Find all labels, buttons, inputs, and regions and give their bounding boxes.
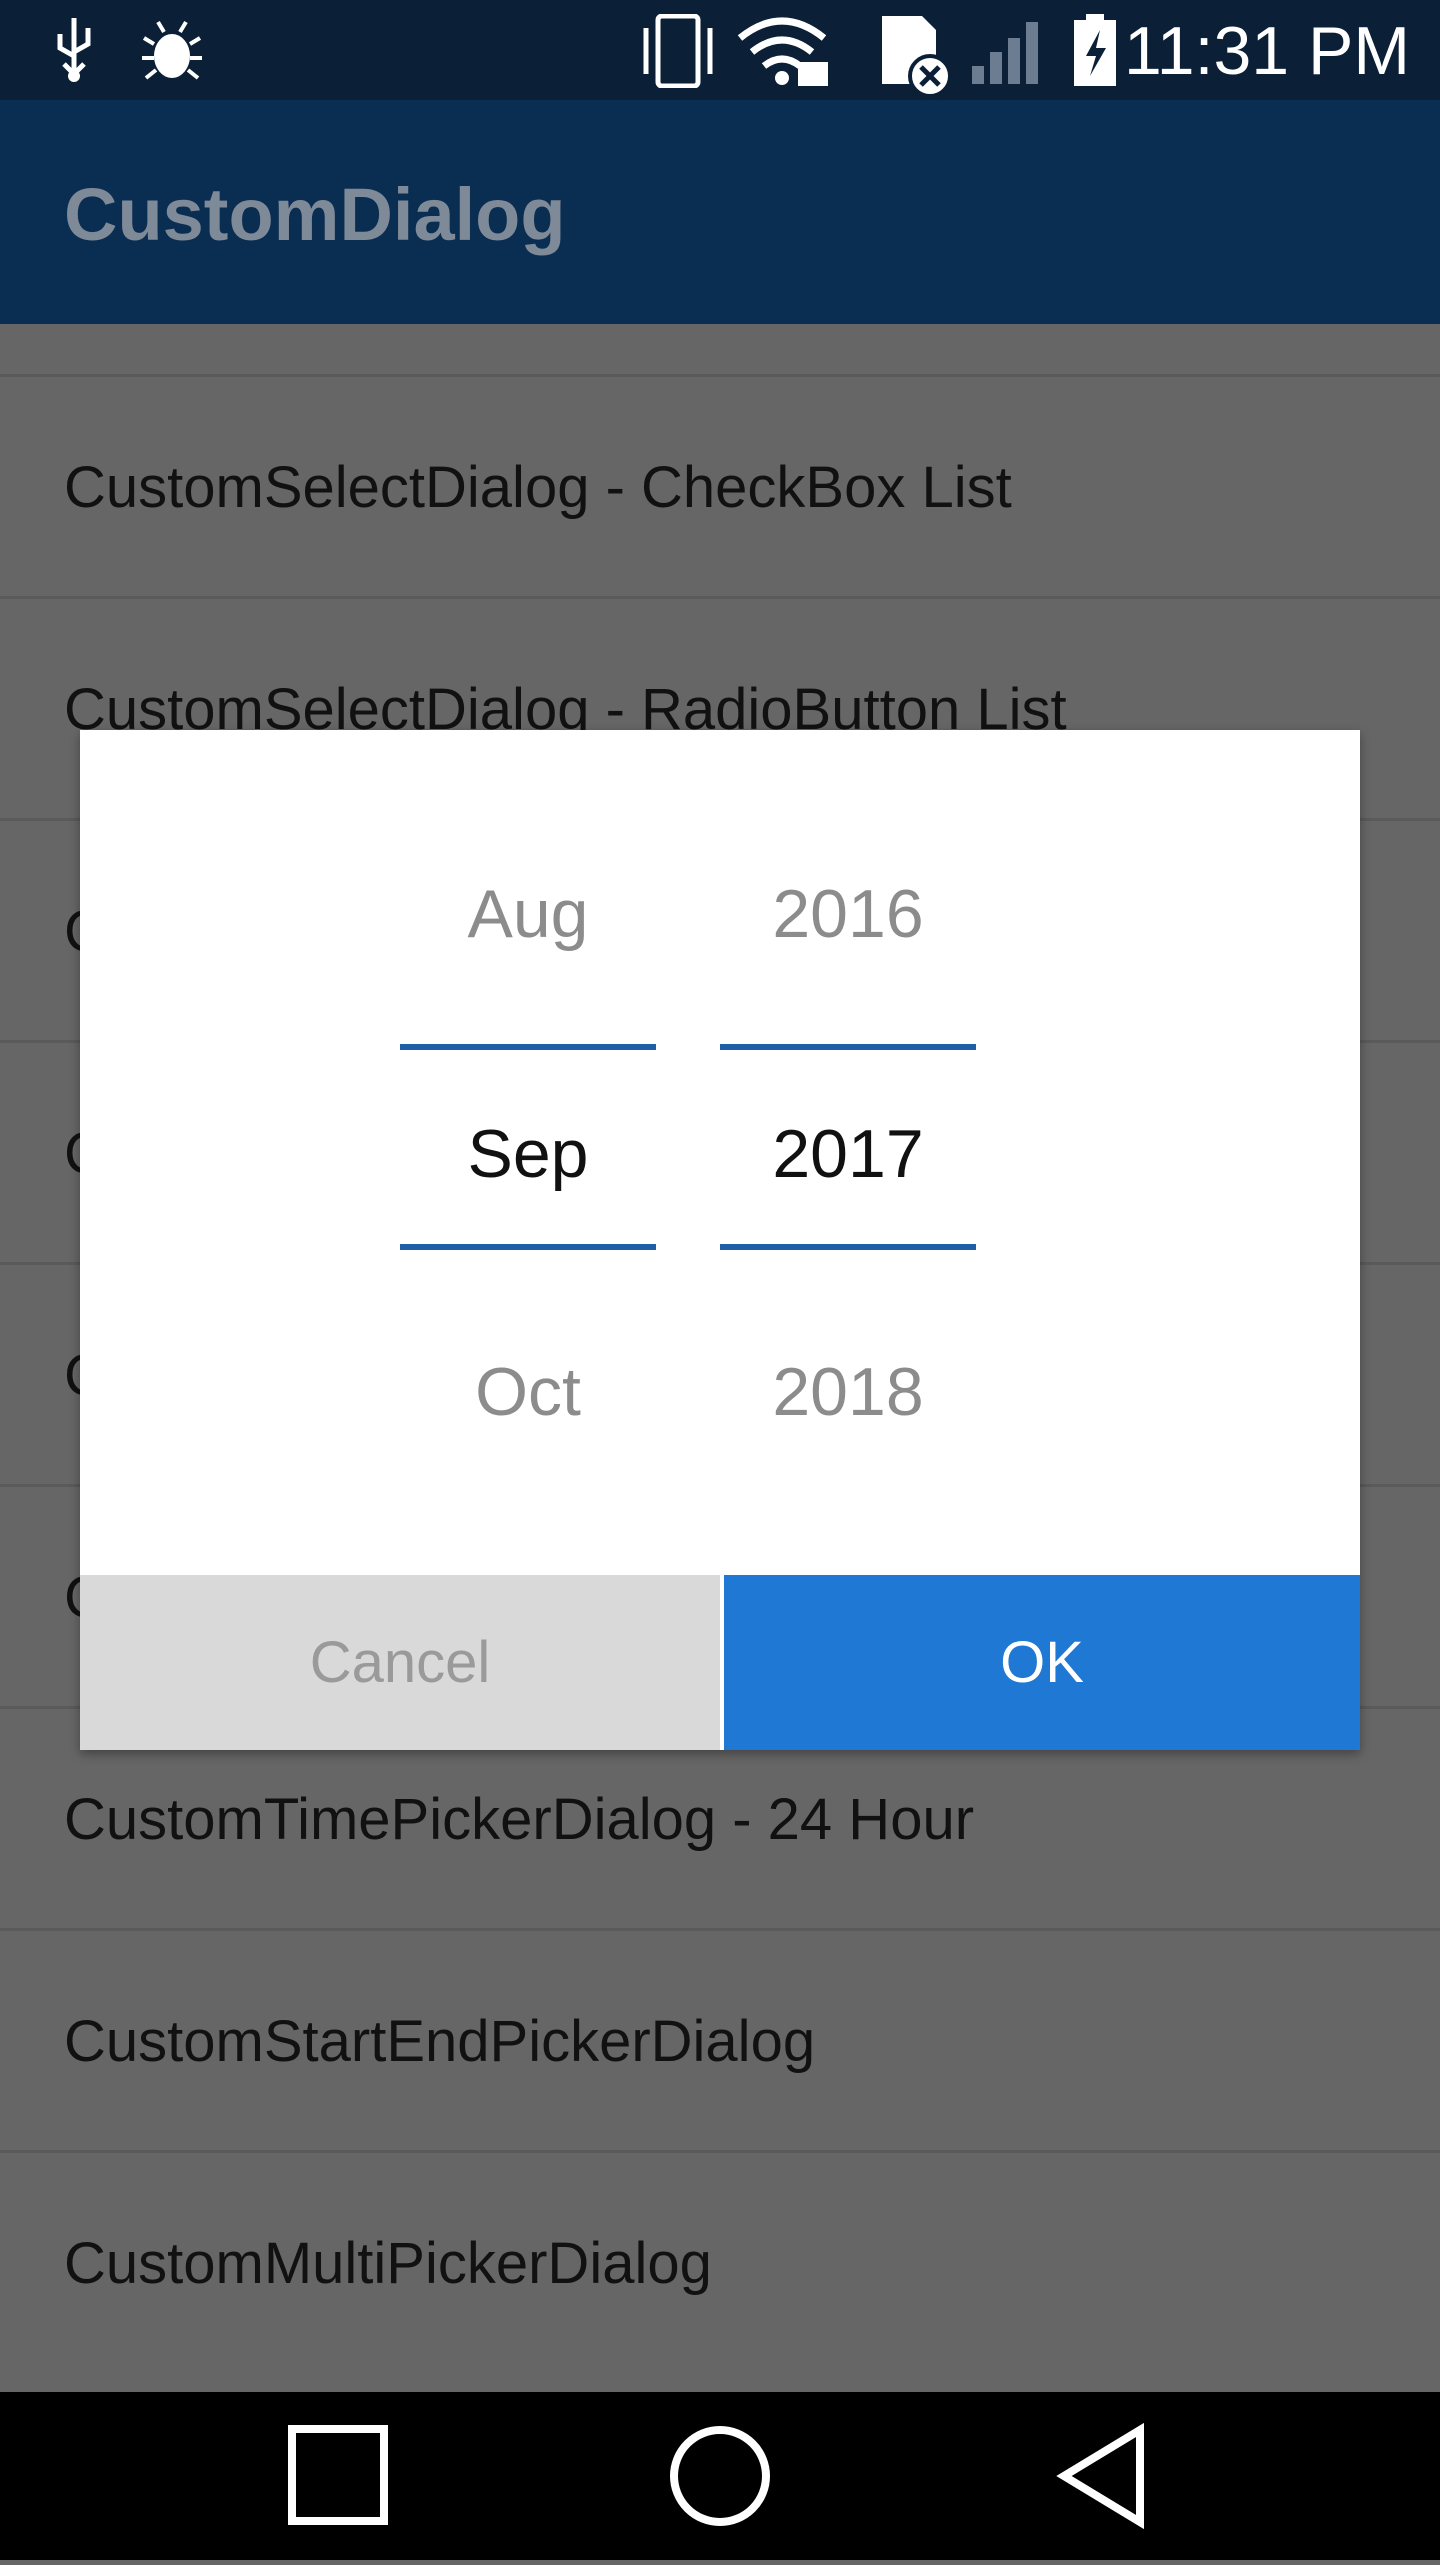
- year-next[interactable]: 2018: [720, 1332, 976, 1452]
- list-item[interactable]: CustomStartEndPickerDialog: [0, 1928, 1440, 2150]
- wifi-lock-icon: [737, 17, 828, 86]
- app-bar: CustomDialog: [0, 100, 1440, 324]
- list-item[interactable]: CustomMultiPickerDialog: [0, 2150, 1440, 2372]
- month-divider-top: [400, 1044, 656, 1050]
- home-button[interactable]: [620, 2392, 820, 2560]
- month-current[interactable]: Sep: [400, 1094, 656, 1214]
- bug-icon: [142, 20, 202, 80]
- navigation-bar: [0, 2392, 1440, 2560]
- usb-icon: [57, 18, 91, 82]
- ok-button[interactable]: OK: [724, 1575, 1360, 1750]
- year-prev[interactable]: 2016: [720, 854, 976, 974]
- cancel-button[interactable]: Cancel: [80, 1575, 720, 1750]
- list-item-label: CustomSelectDialog - CheckBox List: [64, 455, 1012, 520]
- list-item[interactable]: CustomSelectDialog - CheckBox List: [0, 374, 1440, 596]
- back-button[interactable]: [1002, 2392, 1202, 2560]
- month-divider-bottom: [400, 1244, 656, 1250]
- vibrate-icon: [643, 14, 713, 88]
- signal-icon: [972, 22, 1038, 84]
- recents-button[interactable]: [238, 2392, 438, 2560]
- year-picker[interactable]: 2016 2017 2018: [720, 730, 976, 1575]
- no-sim-icon: [882, 16, 952, 98]
- list-item-label: CustomMultiPickerDialog: [64, 2231, 712, 2296]
- recents-square-icon: [288, 2425, 388, 2525]
- list-item-label: CustomStartEndPickerDialog: [64, 2009, 816, 2074]
- month-next[interactable]: Oct: [400, 1332, 656, 1452]
- year-divider-bottom: [720, 1244, 976, 1250]
- back-triangle-icon: [1056, 2422, 1144, 2530]
- home-circle-icon: [670, 2426, 770, 2526]
- status-time: 11:31 PM: [1123, 13, 1410, 89]
- month-picker[interactable]: Aug Sep Oct: [400, 730, 656, 1575]
- month-year-picker-dialog: Aug Sep Oct 2016 2017 2018 Cancel OK: [80, 730, 1360, 1750]
- year-current[interactable]: 2017: [720, 1094, 976, 1214]
- year-divider-top: [720, 1044, 976, 1050]
- battery-charging-icon: [1074, 14, 1116, 86]
- app-title: CustomDialog: [64, 173, 566, 256]
- month-prev[interactable]: Aug: [400, 854, 656, 974]
- status-bar: 11:31 PM: [0, 0, 1440, 100]
